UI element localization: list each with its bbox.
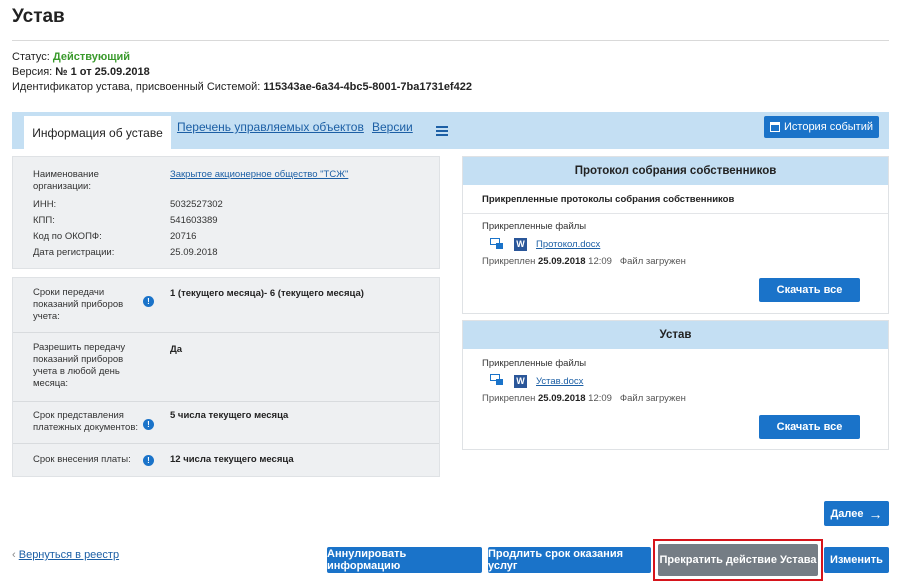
protocol-section: Протокол собрания собственников Прикрепл… (462, 156, 889, 314)
protocol-title: Протокол собрания собственников (463, 157, 888, 185)
payment-docs-value: 5 числа текущего месяца (170, 410, 289, 421)
payment-deadline-label: Срок внесения платы: (33, 454, 131, 465)
protocol-file-link[interactable]: Протокол.docx (536, 239, 600, 250)
next-button[interactable]: Далее → (824, 501, 889, 526)
status-line: Статус: Действующий (12, 51, 130, 63)
id-value: 115343ae-6a34-4bc5-8001-7ba1731ef422 (263, 81, 472, 93)
arrow-right-icon: → (868, 505, 883, 522)
highlight-frame (653, 539, 823, 581)
attached-prefix: Прикреплен (482, 393, 538, 404)
menu-icon[interactable] (436, 126, 448, 136)
history-button[interactable]: История событий (764, 116, 879, 138)
inn-value: 5032527302 (170, 199, 223, 210)
ustav-section: Устав Прикрепленные файлы W Устав.docx П… (462, 320, 889, 450)
divider (13, 401, 439, 402)
chevron-left-icon: ‹ (12, 549, 16, 561)
version-label: Версия: (12, 66, 56, 78)
inn-label: ИНН: (33, 199, 57, 210)
payment-docs-label: Срок представления платежных документов: (33, 410, 139, 433)
divider (13, 443, 439, 444)
back-to-registry-link[interactable]: ‹ Вернуться в реестр (12, 549, 119, 561)
protocol-subtitle: Прикрепленные протоколы собрания собстве… (482, 194, 735, 205)
tab-versions[interactable]: Версии (372, 120, 413, 134)
protocol-files-label: Прикрепленные файлы (482, 221, 587, 232)
protocol-attached-info: Прикреплен 25.09.2018 12:09 Файл загруже… (482, 256, 686, 267)
readings-period-value: 1 (текущего месяца)- 6 (текущего месяца) (170, 288, 364, 299)
tab-info[interactable]: Информация об уставе (24, 116, 171, 149)
org-name-link[interactable]: Закрытое акционерное общество "ТСЖ" (170, 169, 348, 180)
annul-button[interactable]: Аннулировать информацию (327, 547, 482, 573)
version-line: Версия: № 1 от 25.09.2018 (12, 66, 150, 78)
title-divider (12, 40, 889, 41)
edit-button[interactable]: Изменить (824, 547, 889, 573)
status-value: Действующий (52, 51, 131, 63)
id-line: Идентификатор устава, присвоенный Систем… (12, 81, 472, 93)
ustav-files-label: Прикрепленные файлы (482, 358, 587, 369)
history-button-label: История событий (784, 121, 873, 133)
ustav-attached-info: Прикреплен 25.09.2018 12:09 Файл загруже… (482, 393, 686, 404)
org-name-label: Наименование организации: (33, 169, 99, 192)
attached-time: 12:09 (585, 393, 612, 404)
word-file-icon: W (514, 375, 527, 388)
any-day-label: Разрешить передачу показаний приборов уч… (33, 342, 126, 389)
divider (13, 332, 439, 333)
kpp-label: КПП: (33, 215, 55, 226)
attached-prefix: Прикреплен (482, 256, 538, 267)
word-file-icon: W (514, 238, 527, 251)
tab-bar: Информация об уставе Перечень управляемы… (12, 112, 889, 149)
id-label: Идентификатор устава, присвоенный Систем… (12, 81, 264, 93)
any-day-value: Да (170, 344, 183, 355)
kpp-value: 541603389 (170, 215, 218, 226)
ustav-download-all-button[interactable]: Скачать все (759, 415, 860, 439)
attached-time: 12:09 (585, 256, 612, 267)
info-icon[interactable]: ! (143, 419, 154, 430)
file-status: Файл загружен (619, 393, 686, 404)
info-icon[interactable]: ! (143, 296, 154, 307)
org-info-panel: Наименование организации: Закрытое акцио… (12, 156, 440, 269)
payment-deadline-value: 12 числа текущего месяца (170, 454, 294, 465)
tab-objects[interactable]: Перечень управляемых объектов (177, 120, 364, 134)
next-button-label: Далее (830, 507, 864, 520)
reg-date-value: 25.09.2018 (170, 247, 218, 258)
attached-date: 25.09.2018 (538, 393, 586, 404)
signature-icon[interactable] (490, 238, 503, 249)
info-icon[interactable]: ! (143, 455, 154, 466)
extend-button[interactable]: Продлить срок оказания услуг (488, 547, 651, 573)
ustav-title: Устав (463, 321, 888, 349)
reg-date-label: Дата регистрации: (33, 247, 115, 258)
signature-icon[interactable] (490, 374, 503, 385)
readings-period-label: Сроки передачи показаний приборов учета: (33, 287, 124, 322)
attached-date: 25.09.2018 (538, 256, 586, 267)
calendar-icon (770, 122, 780, 132)
version-value: № 1 от 25.09.2018 (55, 66, 150, 78)
divider (463, 213, 888, 214)
okopf-label: Код по ОКОПФ: (33, 231, 102, 242)
page-title: Устав (12, 6, 65, 27)
file-status: Файл загружен (619, 256, 686, 267)
status-label: Статус: (12, 51, 53, 63)
back-link-label: Вернуться в реестр (18, 549, 120, 561)
settings-panel: Сроки передачи показаний приборов учета:… (12, 277, 440, 477)
ustav-file-link[interactable]: Устав.docx (536, 376, 583, 387)
okopf-value: 20716 (170, 231, 197, 242)
protocol-download-all-button[interactable]: Скачать все (759, 278, 860, 302)
